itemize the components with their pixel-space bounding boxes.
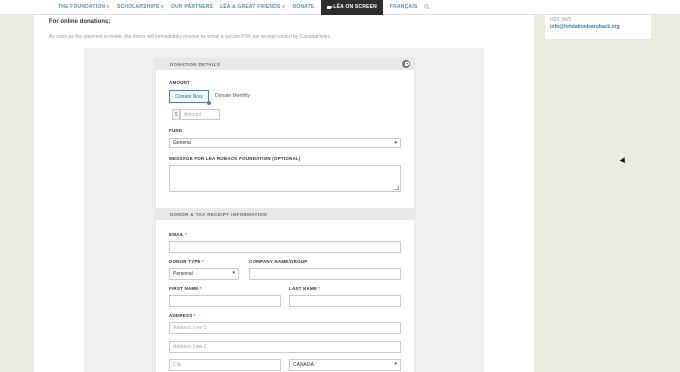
chevron-down-icon: ∨ (106, 4, 111, 10)
nav-item-our-partners[interactable]: OUR PARTNERS (171, 0, 213, 15)
first-name-label: FIRST NAME* (169, 286, 201, 291)
required-mark: * (318, 286, 321, 291)
country-select[interactable]: CANADA (289, 359, 401, 371)
required-mark: * (185, 232, 187, 237)
required-mark: * (201, 259, 204, 264)
nav-item-the-foundation[interactable]: THE FOUNDATION ∨ (58, 0, 110, 15)
donation-form: DONATION DETAILS AMOUNT Donate Now Donat… (155, 58, 415, 372)
required-mark: * (193, 313, 196, 318)
section-title: DONATION DETAILS (170, 61, 221, 67)
last-name-label-text: LAST NAME (289, 286, 318, 291)
company-label: COMPANY NAME/GROUP (249, 259, 308, 264)
nav-item-scholarships[interactable]: SCHOLARSHIPS ∨ (117, 0, 164, 15)
nav-label: THE FOUNDATION (58, 4, 106, 10)
page-title: For online donations: (49, 19, 111, 25)
message-textarea[interactable] (169, 165, 401, 192)
contact-email-link[interactable]: info@fondationlearoback.org (550, 24, 646, 31)
search-icon (424, 4, 431, 10)
sidebar-contact: H2X 3W5 info@fondationlearoback.org (545, 15, 651, 39)
nav-label: DONATE (292, 4, 315, 10)
amount-label: AMOUNT (169, 80, 190, 85)
first-name-label-text: FIRST NAME (169, 286, 199, 291)
nav-item-francais[interactable]: FRANÇAIS (390, 0, 417, 15)
email-label: EMAIL* (169, 232, 187, 237)
donate-now-button[interactable]: Donate Now (169, 90, 209, 103)
section-title: DONOR & TAX RECEIPT INFORMATION (170, 211, 267, 217)
required-mark: * (199, 286, 202, 291)
message-label: MESSAGE FOR LEA ROBACK FOUNDATION (OPTIO… (169, 156, 301, 161)
first-name-input[interactable] (169, 295, 281, 307)
currency-symbol: $ (172, 109, 180, 120)
video-camera-icon (327, 5, 334, 9)
selected-indicator (207, 101, 211, 105)
address-line1-input[interactable]: Address Line 1 (169, 322, 401, 334)
last-name-input[interactable] (289, 295, 401, 307)
postal-code: H2X 3W5 (550, 17, 572, 23)
email-input[interactable] (169, 241, 401, 253)
fund-value: General (173, 140, 191, 146)
nav-label: OUR PARTNERS (171, 4, 214, 10)
mouse-cursor-icon (619, 157, 628, 165)
donor-type-label: DONOR TYPE* (169, 259, 204, 264)
donate-monthly-button[interactable]: Donate Monthly (215, 93, 250, 99)
section-header-donation-details: DONATION DETAILS (156, 58, 414, 70)
address-label: ADDRESS* (169, 313, 195, 318)
nav-item-lea-on-screen[interactable]: LÉA ON SCREEN (321, 0, 383, 15)
amount-input[interactable]: Amount (180, 109, 220, 120)
search-button[interactable] (424, 0, 431, 15)
donor-type-value: Personal (173, 271, 193, 277)
donor-type-label-text: DONOR TYPE (169, 259, 201, 264)
chevron-down-icon: ∨ (281, 4, 286, 10)
last-name-label: LAST NAME* (289, 286, 320, 291)
nav-item-lea-great-friends[interactable]: LÉA & GREAT FRIENDS ∨ (220, 0, 285, 15)
lock-icon (402, 60, 410, 68)
city-input[interactable]: City (169, 359, 281, 371)
address-label-text: ADDRESS (169, 313, 193, 318)
nav-label: FRANÇAIS (389, 4, 418, 10)
fund-label: FUND (169, 128, 183, 133)
country-value: CANADA (293, 362, 314, 368)
section-header-donor-info: DONOR & TAX RECEIPT INFORMATION (156, 208, 414, 220)
nav-label: SCHOLARSHIPS (117, 4, 160, 10)
top-nav: THE FOUNDATION ∨ SCHOLARSHIPS ∨ OUR PART… (0, 0, 680, 15)
fund-select[interactable]: General (169, 138, 401, 148)
chevron-down-icon: ∨ (160, 4, 165, 10)
nav-label: LÉA & GREAT FRIENDS (220, 4, 281, 10)
donor-type-select[interactable]: Personal (169, 268, 239, 280)
address-line2-input[interactable]: Address Line 2 (169, 341, 401, 353)
company-input[interactable] (249, 268, 401, 280)
email-label-text: EMAIL (169, 232, 184, 237)
nav-item-donate[interactable]: DONATE (292, 0, 314, 15)
nav-label: LÉA ON SCREEN (333, 4, 377, 10)
receipt-note: As soon as the payment is made, the dono… (49, 34, 332, 40)
